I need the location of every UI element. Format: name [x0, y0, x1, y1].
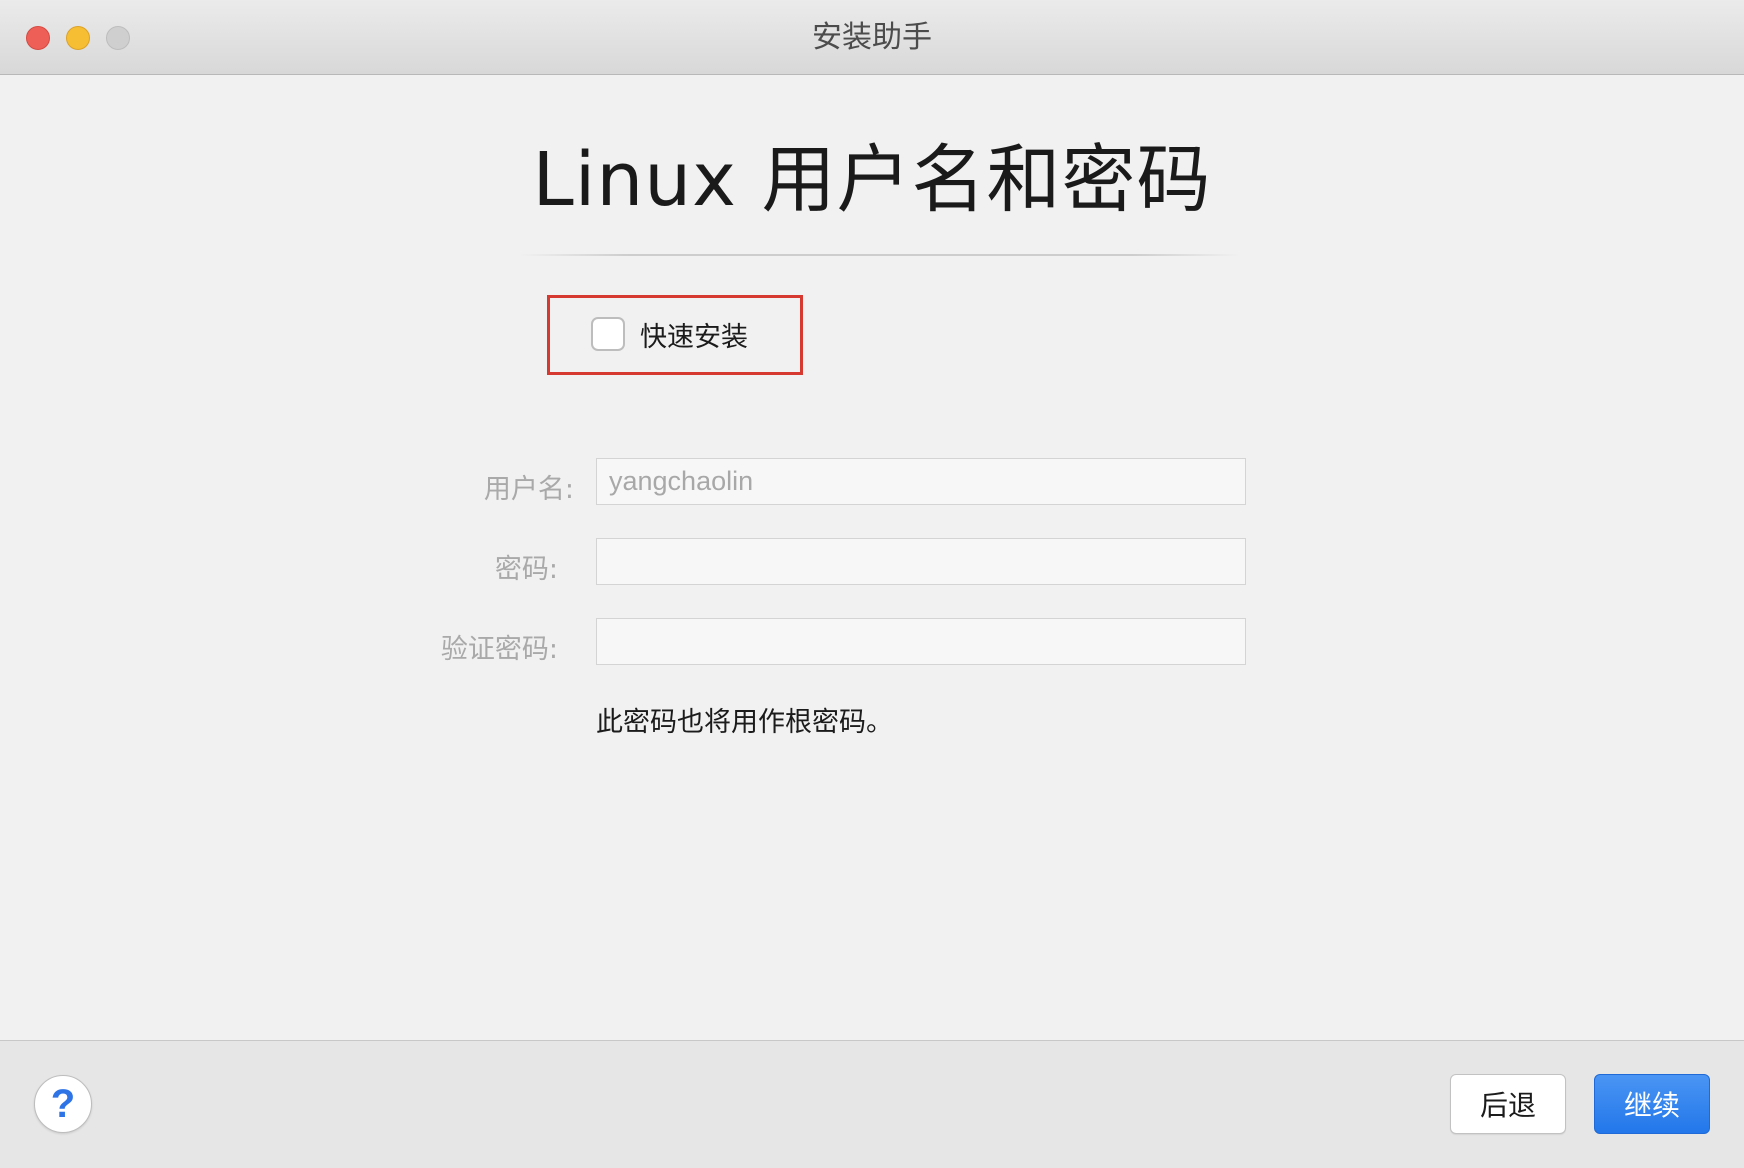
quick-install-checkbox[interactable] [591, 317, 625, 351]
help-button[interactable]: ? [34, 1075, 92, 1133]
installer-window: 安装助手 Linux 用户名和密码 快速安装 用户名: 密码: 验证密码: 此密… [0, 0, 1744, 1168]
username-label: 用户名: [483, 474, 574, 505]
window-title: 安装助手 [812, 20, 932, 55]
back-button[interactable]: 后退 [1450, 1074, 1566, 1134]
quick-install-label[interactable]: 快速安装 [640, 315, 748, 354]
password-field[interactable] [596, 538, 1246, 585]
confirm-password-field[interactable] [596, 618, 1246, 665]
title-separator [520, 254, 1240, 256]
quick-install-option[interactable]: 快速安装 [591, 314, 748, 354]
password-label: 密码: [494, 554, 558, 585]
confirm-password-label: 验证密码: [440, 634, 558, 665]
help-icon: ? [50, 1082, 76, 1126]
page-title: Linux 用户名和密码 [532, 137, 1212, 223]
title-bar[interactable]: 安装助手 [0, 0, 1744, 75]
username-field[interactable] [596, 458, 1246, 505]
continue-button[interactable]: 继续 [1594, 1074, 1710, 1134]
root-password-hint: 此密码也将用作根密码。 [596, 707, 893, 738]
